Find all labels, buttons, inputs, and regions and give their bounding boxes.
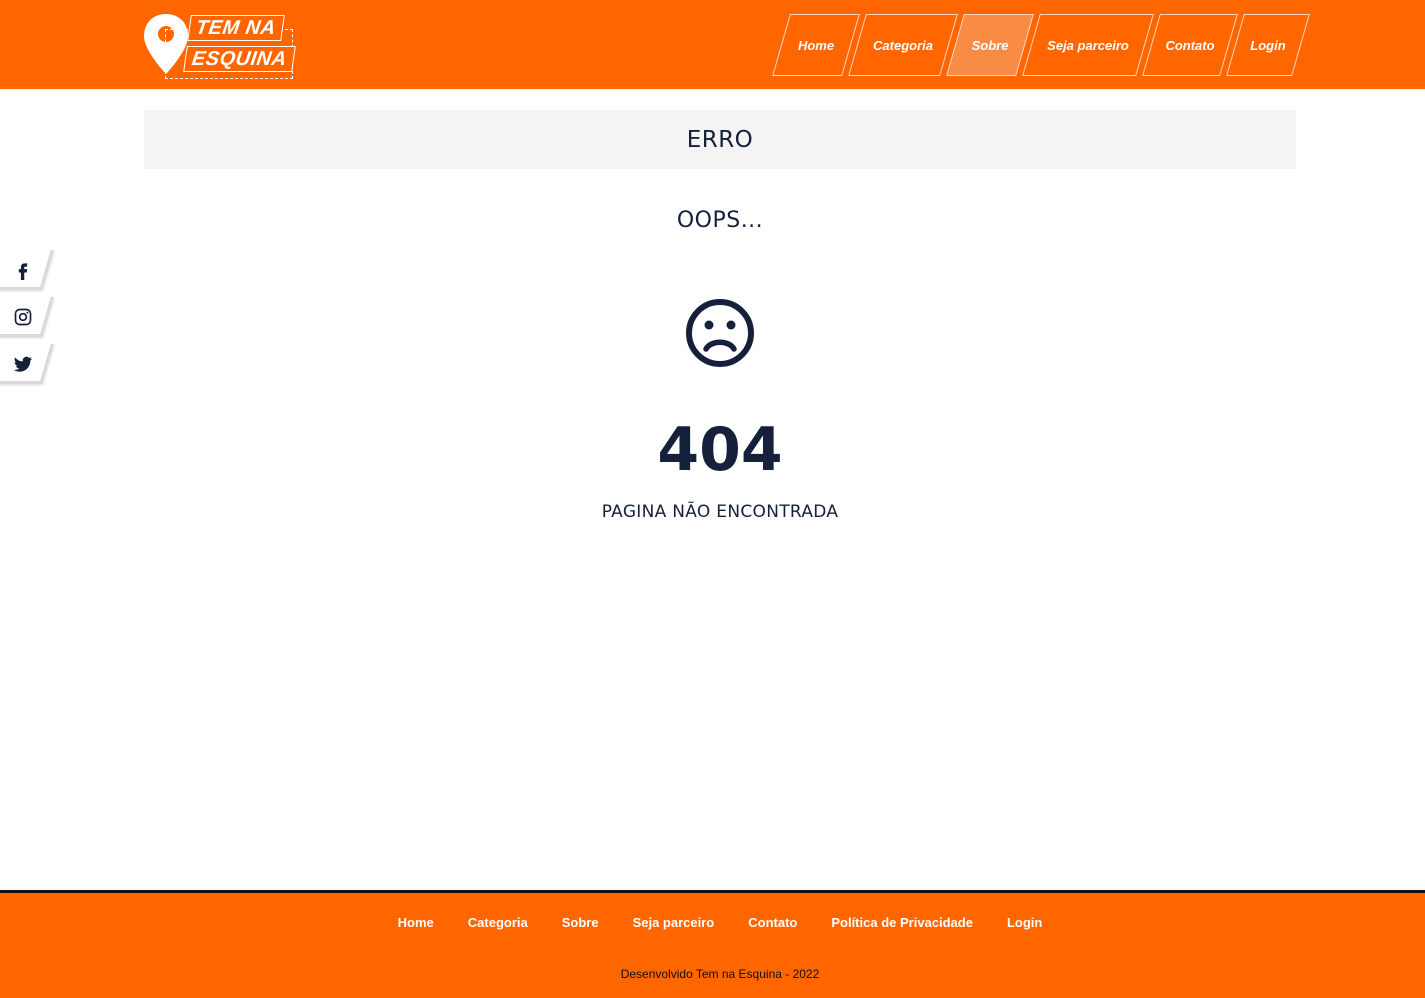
footer-link-contato[interactable]: Contato bbox=[748, 915, 797, 930]
footer-link-home[interactable]: Home bbox=[398, 915, 434, 930]
footer-link-sobre[interactable]: Sobre bbox=[562, 915, 599, 930]
social-link-facebook[interactable] bbox=[0, 250, 54, 292]
footer-link-login[interactable]: Login bbox=[1007, 915, 1042, 930]
site-footer: Home Categoria Sobre Seja parceiro Conta… bbox=[0, 890, 1425, 998]
facebook-icon bbox=[18, 263, 28, 280]
footer-link-seja-parceiro[interactable]: Seja parceiro bbox=[633, 915, 715, 930]
oops-heading: OOPS... bbox=[676, 208, 764, 233]
logo-text-line2: ESQUINA bbox=[183, 46, 296, 72]
logo-text-line1: TEM NA bbox=[187, 15, 285, 41]
main-nav: Home Categoria Sobre Seja parceiro Conta… bbox=[772, 14, 1310, 76]
nav-item-sobre[interactable]: Sobre bbox=[946, 14, 1034, 76]
footer-nav: Home Categoria Sobre Seja parceiro Conta… bbox=[0, 915, 1425, 930]
nav-item-label: Seja parceiro bbox=[1047, 37, 1129, 53]
footer-link-privacy-policy[interactable]: Política de Privacidade bbox=[831, 915, 973, 930]
nav-item-label: Sobre bbox=[971, 37, 1009, 53]
twitter-icon bbox=[13, 356, 33, 372]
social-link-instagram[interactable] bbox=[0, 297, 54, 339]
sad-face-icon bbox=[686, 299, 754, 367]
social-sidebar bbox=[0, 250, 54, 391]
page: TEM NA ESQUINA Home Categoria Sobre Seja… bbox=[0, 0, 1425, 998]
nav-item-label: Contato bbox=[1165, 37, 1215, 53]
nav-item-label: Categoria bbox=[873, 37, 933, 53]
footer-copyright: Desenvolvido Tem na Esquina - 2022 bbox=[620, 967, 820, 981]
nav-item-categoria[interactable]: Categoria bbox=[848, 14, 958, 76]
nav-item-label: Login bbox=[1250, 37, 1286, 53]
nav-item-seja-parceiro[interactable]: Seja parceiro bbox=[1022, 14, 1154, 76]
error-code: 404 bbox=[657, 415, 783, 485]
nav-item-home[interactable]: Home bbox=[772, 14, 860, 76]
nav-item-login[interactable]: Login bbox=[1226, 14, 1310, 76]
site-header: TEM NA ESQUINA Home Categoria Sobre Seja… bbox=[0, 0, 1425, 89]
error-message: PAGINA NÃO ENCONTRADA bbox=[601, 502, 839, 522]
page-title-bar: ERRO bbox=[144, 110, 1296, 169]
nav-item-contato[interactable]: Contato bbox=[1142, 14, 1238, 76]
footer-link-categoria[interactable]: Categoria bbox=[468, 915, 528, 930]
page-title: ERRO bbox=[686, 126, 754, 153]
nav-item-label: Home bbox=[797, 37, 835, 53]
site-logo[interactable]: TEM NA ESQUINA bbox=[143, 13, 296, 81]
instagram-icon bbox=[14, 308, 32, 326]
social-link-twitter[interactable] bbox=[0, 344, 54, 386]
